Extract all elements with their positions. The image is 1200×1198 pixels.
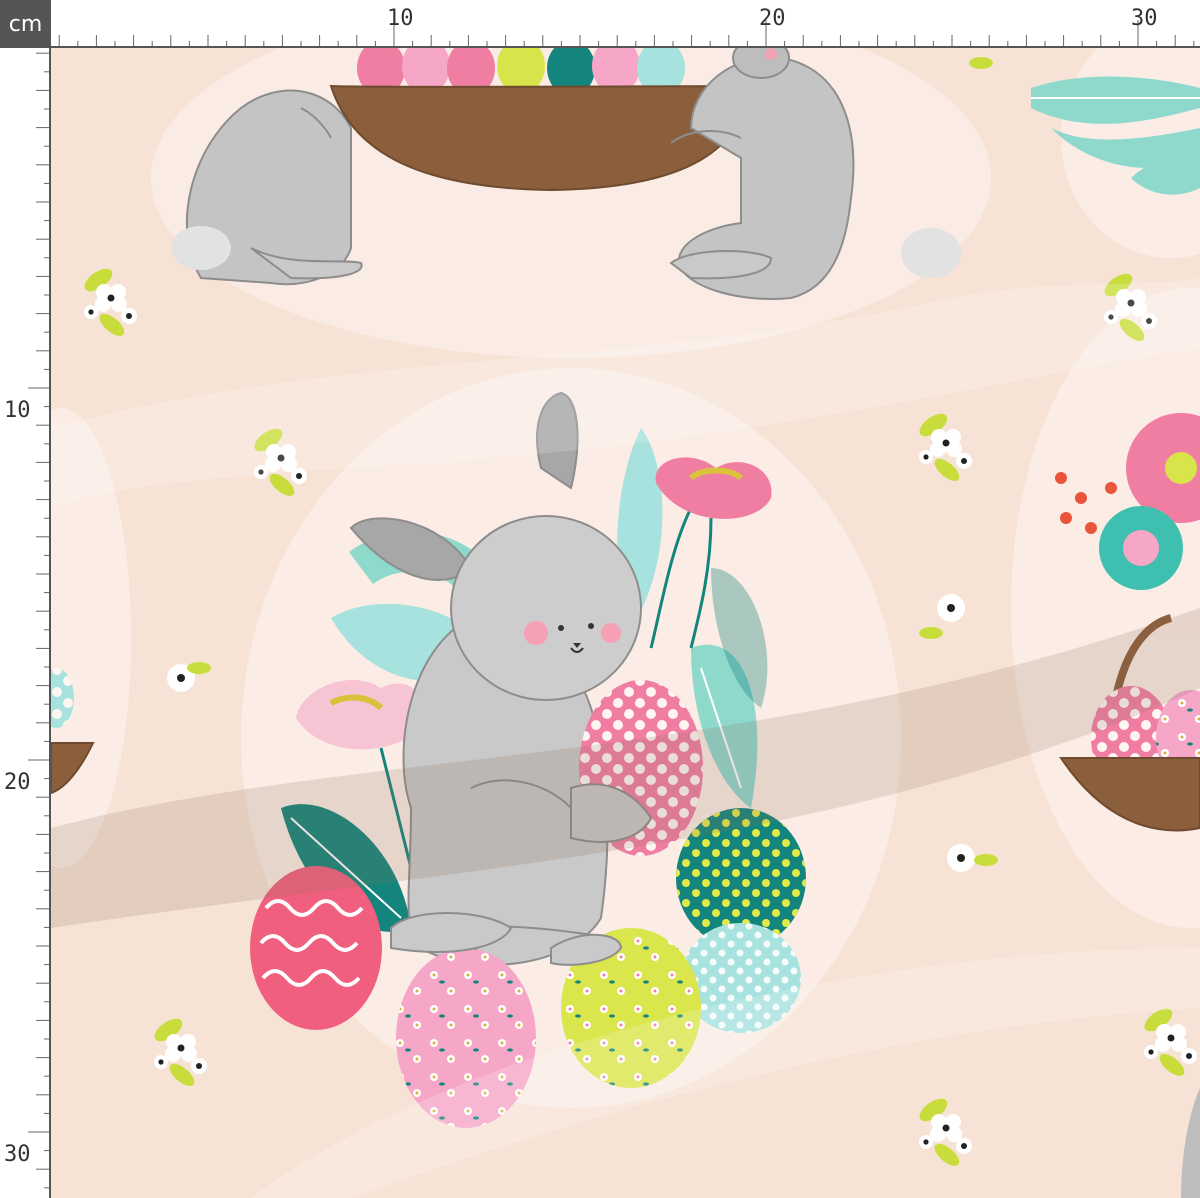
ruler-label-left-20: 20 bbox=[4, 770, 31, 795]
ruler-label-left-10: 10 bbox=[4, 398, 31, 423]
vertical-ruler-ticks bbox=[28, 48, 51, 1198]
ruler-label-20: 20 bbox=[759, 6, 786, 31]
unit-label: cm bbox=[0, 0, 51, 48]
fabric-preview bbox=[51, 48, 1200, 1198]
vertical-ruler: 10 20 30 bbox=[0, 48, 51, 1198]
ruler-label-left-30: 30 bbox=[4, 1142, 31, 1167]
horizontal-ruler-ticks bbox=[51, 20, 1200, 48]
ruler-label-30: 30 bbox=[1131, 6, 1158, 31]
horizontal-ruler: 10 20 30 bbox=[51, 0, 1200, 48]
easter-bunny-pattern bbox=[51, 48, 1200, 1198]
ruler-label-10: 10 bbox=[387, 6, 414, 31]
